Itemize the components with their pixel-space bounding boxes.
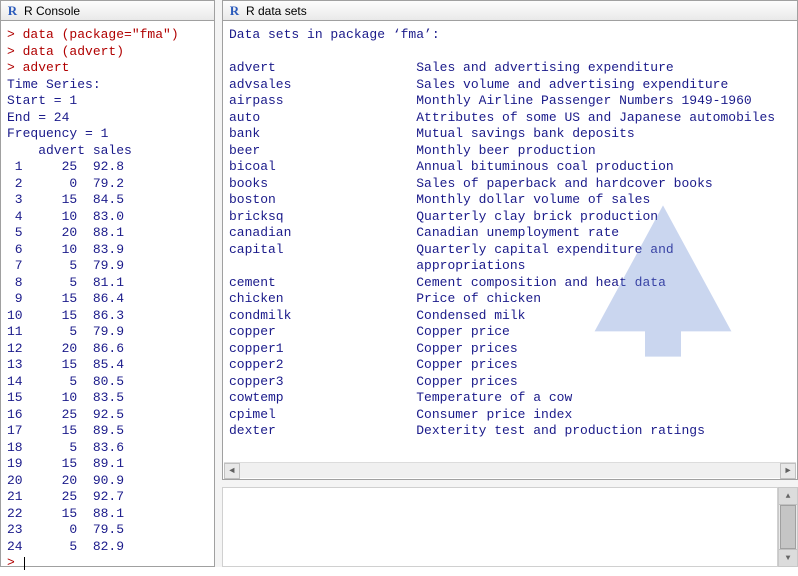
scroll-up-button[interactable]: ▲ (779, 488, 797, 505)
r-logo-icon: R (227, 3, 242, 18)
console-title: R Console (24, 4, 80, 18)
bottom-pane-vscroll[interactable]: ▲ ▼ (778, 487, 798, 567)
pane-splitter-vertical[interactable] (215, 0, 222, 567)
datasets-output[interactable]: Data sets in package ‘fma’: advert Sales… (223, 21, 797, 462)
scroll-down-button[interactable]: ▼ (779, 549, 797, 566)
console-pane: R R Console > data (package="fma")> data… (0, 0, 215, 567)
console-output[interactable]: > data (package="fma")> data (advert)> a… (1, 21, 214, 576)
datasets-titlebar[interactable]: R R data sets (223, 1, 797, 21)
scroll-left-button[interactable]: ◄ (224, 463, 240, 479)
console-titlebar[interactable]: R R Console (1, 1, 214, 21)
scroll-thumb[interactable] (780, 505, 796, 549)
scroll-right-button[interactable]: ► (780, 463, 796, 479)
horizontal-scrollbar[interactable]: ◄ ► (224, 462, 796, 478)
pane-splitter-horizontal[interactable] (222, 480, 798, 487)
bottom-pane[interactable] (222, 487, 778, 567)
datasets-pane: R R data sets Data sets in package ‘fma’… (222, 0, 798, 480)
r-logo-icon: R (5, 3, 20, 18)
datasets-title: R data sets (246, 4, 307, 18)
